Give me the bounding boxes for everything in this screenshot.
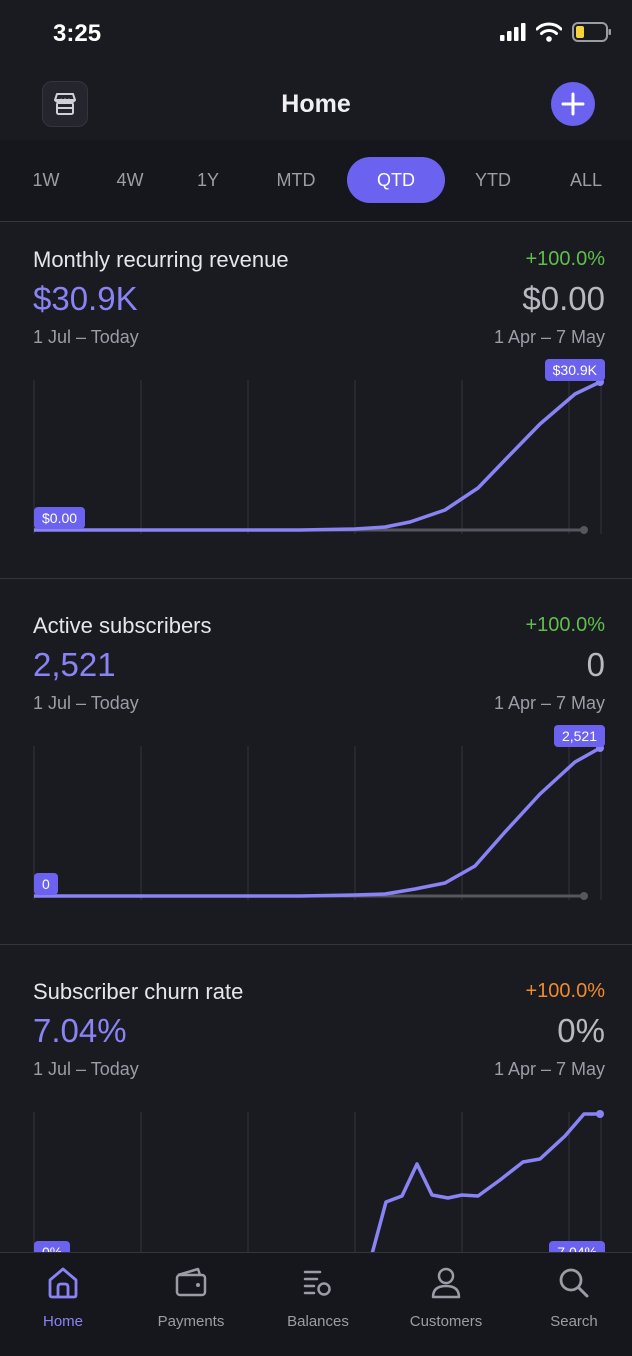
person-icon [431,1267,461,1299]
metric-value: 7.04% [33,1012,127,1049]
nav-customers[interactable]: Customers [383,1265,509,1330]
metric-card-churn-rate[interactable]: Subscriber churn rate +100.0% 7.04% 0% 1… [0,954,632,1252]
battery-icon [572,22,611,42]
series-line [34,380,601,532]
nav-home[interactable]: Home [0,1265,126,1330]
header: Home [0,66,632,140]
metric-card-active-subscribers[interactable]: Active subscribers +100.0% 2,521 0 1 Jul… [0,588,632,944]
metric-compare-value: $0.00 [522,280,605,317]
metric-chart: $0.00 $30.9K [0,359,632,542]
start-value-label: $0.00 [34,507,86,529]
nav-label: Customers [409,1313,483,1330]
nav-balances[interactable]: Balances [255,1265,381,1330]
end-value-label: $30.9K [544,359,605,381]
tab-ytd[interactable]: YTD [462,157,524,203]
end-value-label: 2,521 [553,725,605,747]
metric-title: Subscriber churn rate [33,979,244,1004]
compare-end-dot [580,526,588,534]
period-tabs: 1W 4W 1Y MTD QTD YTD ALL [0,140,632,222]
plus-icon [561,92,585,116]
compare-end-dot [580,892,588,900]
metric-current-range: 1 Jul – Today [33,1059,139,1079]
tab-all[interactable]: ALL [558,157,614,203]
tab-1y[interactable]: 1Y [184,157,232,203]
wifi-icon [536,22,562,42]
cellular-signal-icon [500,23,526,41]
metric-chart: 0 2,521 [0,725,632,908]
metric-compare-value: 0% [557,1012,605,1049]
nav-label: Home [42,1313,83,1330]
metric-title: Active subscribers [33,613,212,638]
series-line [34,746,601,898]
metric-value: $30.9K [33,280,138,317]
nav-payments[interactable]: Payments [128,1265,254,1330]
wallet-icon [175,1267,207,1297]
metric-compare-value: 0 [586,646,605,683]
metric-change: +100.0% [525,980,605,1002]
start-value-label: 0% [34,1241,71,1252]
metric-compare-range: 1 Apr – 7 May [493,693,605,713]
nav-label: Balances [287,1313,349,1330]
metric-current-range: 1 Jul – Today [33,327,139,347]
metric-current-range: 1 Jul – Today [33,693,139,713]
nav-label: Search [550,1313,598,1330]
start-value-label: 0 [34,873,58,895]
status-bar: 3:25 [0,0,632,66]
metric-change: +100.0% [525,614,605,636]
tab-qtd[interactable]: QTD [347,157,445,203]
status-icons [500,22,612,42]
tab-1w[interactable]: 1W [22,157,70,203]
page-title: Home [281,90,351,118]
end-value-label: 7.04% [549,1241,605,1252]
search-icon [559,1268,589,1298]
metric-change: +100.0% [525,248,605,270]
status-time: 3:25 [53,20,102,47]
add-button[interactable] [551,82,595,126]
metric-chart: 0% 7.04% [0,1094,632,1252]
divider [0,944,632,945]
series-end-dot [596,1110,604,1118]
bottom-tab-bar: Home Payments Balances Customers Search [0,1252,632,1356]
nav-search[interactable]: Search [511,1265,632,1330]
tab-4w[interactable]: 4W [104,157,156,203]
divider [0,578,632,579]
series-line [370,1112,600,1252]
metric-compare-range: 1 Apr – 7 May [493,327,605,347]
metric-card-mrr[interactable]: Monthly recurring revenue +100.0% $30.9K… [0,222,632,578]
nav-label: Payments [157,1313,225,1330]
tab-mtd[interactable]: MTD [264,157,328,203]
metric-title: Monthly recurring revenue [33,247,289,272]
balances-icon [303,1270,331,1296]
home-icon [48,1267,78,1299]
metric-compare-range: 1 Apr – 7 May [493,1059,605,1079]
metric-value: 2,521 [33,646,116,683]
